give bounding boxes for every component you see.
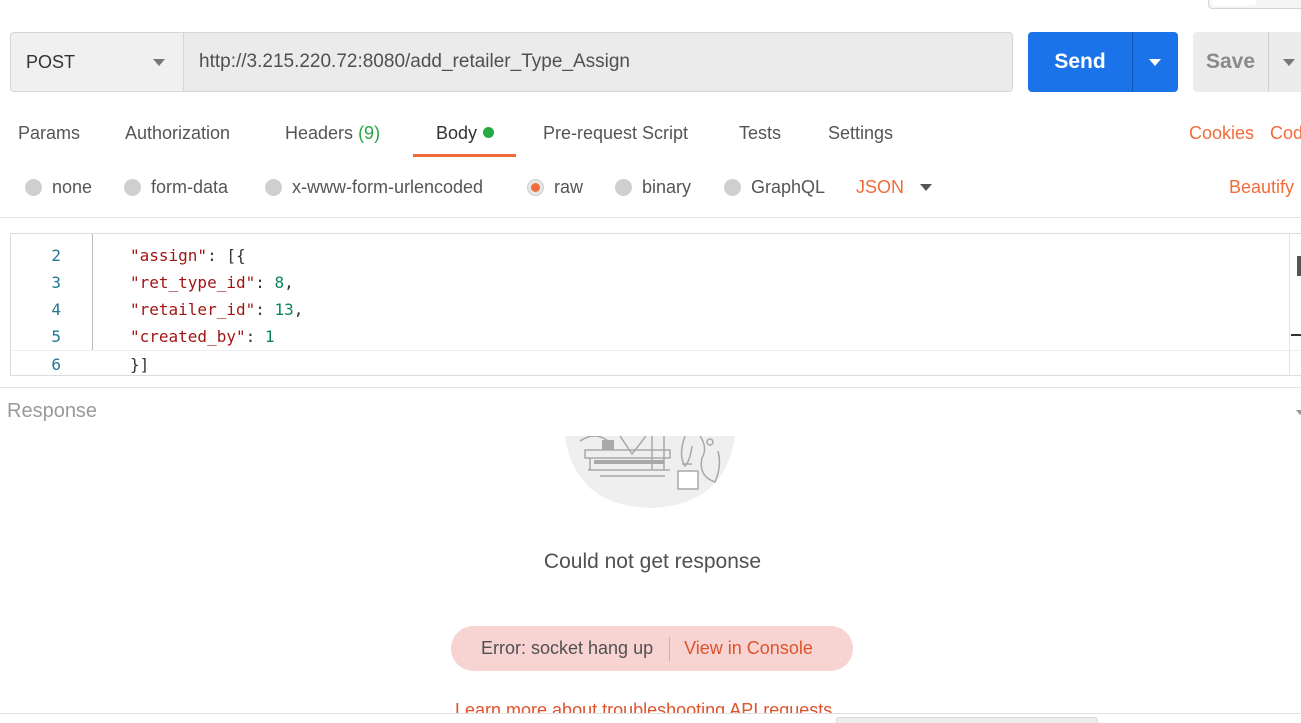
request-tabs: Params Authorization Headers (9) Body Pr… [0, 112, 1301, 158]
editor-line: 2 "assign": [{ [11, 242, 1301, 269]
radio-selected-icon [527, 178, 544, 196]
send-button[interactable]: Send [1028, 32, 1132, 92]
cookies-link[interactable]: Cookies [1189, 112, 1254, 154]
layout-toggle-knob [1212, 0, 1256, 6]
error-message: Error: socket hang up [481, 638, 654, 658]
status-bar-control[interactable] [836, 717, 1098, 723]
tab-body[interactable]: Body [412, 112, 517, 157]
tab-headers[interactable]: Headers (9) [285, 112, 380, 156]
tab-authorization[interactable]: Authorization [125, 112, 230, 156]
chevron-down-icon[interactable] [1296, 410, 1301, 415]
line-number: 6 [51, 355, 61, 374]
divider [0, 217, 1301, 218]
send-button-group: Send [1028, 32, 1178, 92]
body-modified-indicator [483, 127, 495, 138]
json-key: "retailer_id" [130, 300, 256, 319]
json-code: }] [130, 355, 150, 374]
editor-line: 3 "ret_type_id": 8, [11, 269, 1301, 296]
error-banner: Error: socket hang up View in Console [451, 626, 853, 671]
no-response-message: Could not get response [0, 550, 1301, 574]
body-editor[interactable]: 2 "assign": [{ 3 "ret_type_id": 8, 4 "re… [10, 233, 1301, 376]
tab-headers-label: Headers [285, 123, 354, 143]
scroll-marker [1291, 334, 1301, 336]
error-divider [669, 636, 671, 661]
tab-settings-label: Settings [828, 123, 894, 143]
radio-form-data[interactable]: form-data [124, 170, 228, 204]
line-number: 4 [51, 300, 61, 319]
view-in-console-link[interactable]: View in Console [684, 638, 813, 659]
radio-graphql[interactable]: GraphQL [724, 170, 825, 204]
json-value: 1 [264, 327, 275, 346]
tab-pre-request-label: Pre-request Script [543, 123, 689, 143]
chevron-down-icon [153, 59, 165, 66]
json-key: "assign" [130, 246, 208, 265]
language-select[interactable]: JSON [856, 170, 904, 204]
json-key: "created_by" [130, 327, 246, 346]
json-punct: : [245, 327, 265, 346]
line-number: 3 [51, 273, 61, 292]
tab-body-label: Body [436, 123, 478, 143]
tab-pre-request-script[interactable]: Pre-request Script [543, 112, 688, 156]
scroll-thumb[interactable] [1297, 256, 1301, 276]
save-button[interactable]: Save [1193, 32, 1268, 92]
radio-none[interactable]: none [25, 170, 92, 204]
save-button-group: Save [1193, 32, 1301, 92]
method-select[interactable]: POST [10, 32, 183, 92]
radio-raw[interactable]: raw [527, 170, 583, 204]
json-punct: , [284, 273, 294, 292]
url-value: http://3.215.220.72:8080/add_retailer_Ty… [199, 51, 630, 72]
editor-line: 5 "created_by": 1 [11, 323, 1301, 350]
radio-form-data-label: form-data [151, 176, 229, 197]
method-label: POST [26, 51, 76, 72]
radio-circle-icon [615, 178, 632, 196]
body-type-radio-group: none form-data x-www-form-urlencoded raw… [0, 170, 1301, 206]
radio-x-www-form-urlencoded[interactable]: x-www-form-urlencoded [265, 170, 483, 204]
radio-graphql-label: GraphQL [751, 176, 826, 197]
json-punct: : [{ [207, 246, 246, 265]
tab-tests[interactable]: Tests [739, 112, 781, 156]
json-value: 8 [274, 273, 285, 292]
code-link[interactable]: Cod [1270, 112, 1301, 154]
radio-circle-icon [124, 178, 141, 196]
chevron-down-icon[interactable] [920, 184, 932, 191]
tab-authorization-label: Authorization [125, 123, 231, 143]
radio-binary[interactable]: binary [615, 170, 691, 204]
line-number: 2 [51, 246, 61, 265]
astronaut-illustration-icon [565, 436, 735, 508]
tab-params-label: Params [18, 123, 81, 143]
headers-count-badge: (9) [358, 123, 381, 143]
tab-tests-label: Tests [739, 123, 782, 143]
response-title: Response [7, 400, 98, 422]
json-punct: , [293, 300, 304, 319]
radio-urlencoded-label: x-www-form-urlencoded [292, 176, 484, 197]
json-punct: : [255, 300, 275, 319]
json-key: "ret_type_id" [130, 273, 256, 292]
beautify-link[interactable]: Beautify [1229, 170, 1294, 204]
json-value: 13 [274, 300, 294, 319]
url-input[interactable]: http://3.215.220.72:8080/add_retailer_Ty… [183, 32, 1013, 92]
tab-settings[interactable]: Settings [828, 112, 893, 156]
editor-line-current: 6 }] [11, 350, 1301, 375]
radio-raw-label: raw [554, 176, 584, 197]
layout-toggle[interactable] [1208, 0, 1301, 9]
divider [0, 387, 1301, 388]
line-number: 5 [51, 327, 61, 346]
editor-line: 4 "retailer_id": 13, [11, 296, 1301, 323]
radio-binary-label: binary [642, 176, 692, 197]
json-punct: : [255, 273, 275, 292]
status-bar [0, 713, 1301, 723]
editor-scrollbar[interactable] [1289, 234, 1301, 375]
radio-circle-icon [265, 178, 282, 196]
radio-circle-icon [724, 178, 741, 196]
save-options-dropdown[interactable] [1269, 32, 1301, 92]
tab-params[interactable]: Params [18, 112, 80, 156]
send-options-dropdown[interactable] [1133, 32, 1178, 92]
radio-circle-icon [25, 178, 42, 196]
no-response-text: Could not get response [543, 550, 762, 573]
radio-none-label: none [52, 176, 93, 197]
